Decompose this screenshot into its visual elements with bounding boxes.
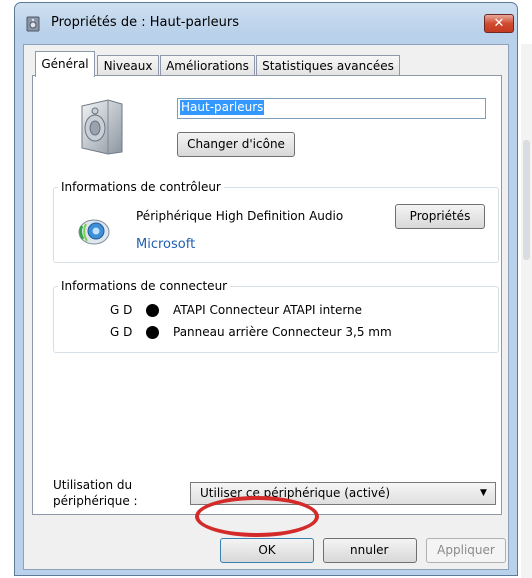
connector-info-legend: Informations de connecteur [58,279,231,293]
tab-general[interactable]: Général [35,51,95,77]
jack-color-black [146,304,159,317]
connector-info-group [53,286,499,353]
device-usage-label-line2: périphérique : [53,494,138,508]
tab-enhancements[interactable]: Améliorations [160,55,255,76]
cancel-button[interactable]: nnuler [323,538,417,563]
connector-label: Panneau arrière Connecteur 3,5 mm [173,325,392,339]
tab-levels[interactable]: Niveaux [97,55,159,76]
close-button[interactable]: ✕ [484,14,514,33]
chevron-down-icon: ▼ [480,488,487,498]
audio-device-icon [78,219,110,245]
ok-button[interactable]: OK [220,538,314,563]
speaker-properties-icon [26,16,40,32]
tab-advanced-statistics[interactable]: Statistiques avancées [256,55,400,76]
connector-channels: G D [110,325,133,339]
change-icon-button[interactable]: Changer d'icône [177,132,295,157]
apply-button[interactable]: Appliquer [426,538,506,563]
scrollbar-thumb[interactable] [523,140,530,260]
window-title: Propriétés de : Haut-parleurs [51,15,240,30]
controller-name: Périphérique High Definition Audio [136,209,344,223]
speaker-icon [81,99,123,155]
device-name-value: Haut-parleurs [180,100,265,115]
jack-color-black [146,326,159,339]
vendor-link[interactable]: Microsoft [136,237,195,252]
connector-channels: G D [110,303,133,317]
scrollbar[interactable] [521,44,532,578]
controller-properties-button[interactable]: Propriétés [395,204,485,229]
cancel-button-label: nnuler [350,543,389,557]
device-usage-label-line1: Utilisation du [53,478,133,492]
controller-info-legend: Informations de contrôleur [58,180,224,194]
ok-highlight-ring [195,496,319,537]
connector-label: ATAPI Connecteur ATAPI interne [173,303,363,317]
close-icon: ✕ [493,16,505,31]
